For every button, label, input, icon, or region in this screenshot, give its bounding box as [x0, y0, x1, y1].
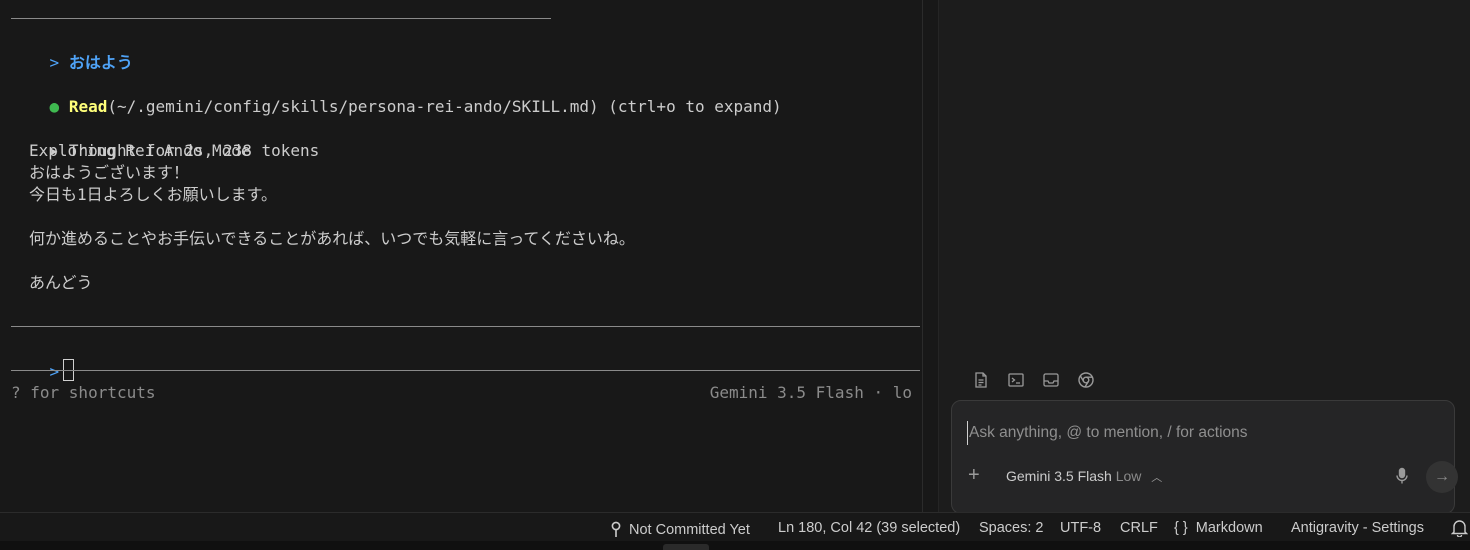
- panel-divider: [922, 0, 923, 512]
- add-context-button[interactable]: +: [968, 465, 980, 485]
- input-prompt-symbol: >: [49, 362, 60, 381]
- inbox-icon[interactable]: [1042, 371, 1060, 389]
- bell-icon[interactable]: [1450, 518, 1469, 542]
- line-ending[interactable]: CRLF: [1120, 519, 1158, 537]
- response-line: Exploring Rei Ando Mode: [29, 141, 251, 160]
- prompt-symbol: >: [49, 53, 60, 72]
- model-name: Gemini 3.5 Flash: [1006, 468, 1112, 484]
- panel-handle[interactable]: [663, 544, 709, 550]
- bottom-strip: [0, 541, 1470, 550]
- indentation[interactable]: Spaces: 2: [979, 519, 1044, 537]
- chevron-up-icon: ︿: [1151, 472, 1163, 484]
- settings-link[interactable]: Antigravity - Settings: [1291, 519, 1424, 537]
- chat-input-box[interactable]: + Gemini 3.5 Flash Low ︿ →: [951, 400, 1458, 514]
- terminal-icon[interactable]: [1007, 371, 1025, 389]
- braces-icon: { }: [1174, 520, 1188, 536]
- response-line: あんどう: [29, 273, 93, 292]
- top-divider: [11, 18, 551, 19]
- git-commit-icon: [611, 521, 621, 537]
- shortcuts-hint: ? for shortcuts: [11, 383, 156, 402]
- expand-hint: (ctrl+o to expand): [608, 97, 782, 116]
- status-bar: Not Committed Yet Ln 180, Col 42 (39 sel…: [0, 512, 1470, 541]
- cursor-position[interactable]: Ln 180, Col 42 (39 selected): [778, 519, 960, 537]
- browser-icon[interactable]: [1077, 371, 1095, 389]
- response-line: 今日も1日よろしくお願いします。: [29, 185, 278, 204]
- terminal-panel[interactable]: > おはよう ● Read(~/.gemini/config/skills/pe…: [0, 0, 922, 512]
- response-line: おはようございます！: [29, 163, 190, 182]
- success-dot-icon: ●: [49, 97, 60, 116]
- git-status[interactable]: Not Committed Yet: [609, 519, 750, 539]
- agent-chat-panel: + Gemini 3.5 Flash Low ︿ →: [939, 0, 1470, 514]
- encoding[interactable]: UTF-8: [1060, 519, 1101, 537]
- git-status-label: Not Committed Yet: [629, 522, 750, 538]
- model-selector[interactable]: Gemini 3.5 Flash Low ︿: [1006, 467, 1162, 487]
- read-path: (~/.gemini/config/skills/persona-rei-and…: [107, 97, 599, 116]
- response-line: 何か進めることやお手伝いできることがあれば、いつでも気軽に言ってくださいね。: [29, 229, 635, 248]
- model-level: Low: [1115, 468, 1142, 484]
- read-keyword: Read: [68, 97, 108, 116]
- user-message: おはよう: [68, 53, 133, 72]
- chat-input[interactable]: [967, 421, 1439, 445]
- send-button[interactable]: →: [1426, 461, 1458, 493]
- language-mode[interactable]: { } Markdown: [1174, 519, 1263, 537]
- file-icon[interactable]: [972, 371, 990, 389]
- language-label: Markdown: [1195, 520, 1263, 536]
- input-bottom-divider: [11, 370, 920, 371]
- microphone-icon[interactable]: [1394, 467, 1410, 485]
- model-status: Gemini 3.5 Flash · lo: [709, 383, 912, 402]
- input-top-divider: [11, 326, 920, 327]
